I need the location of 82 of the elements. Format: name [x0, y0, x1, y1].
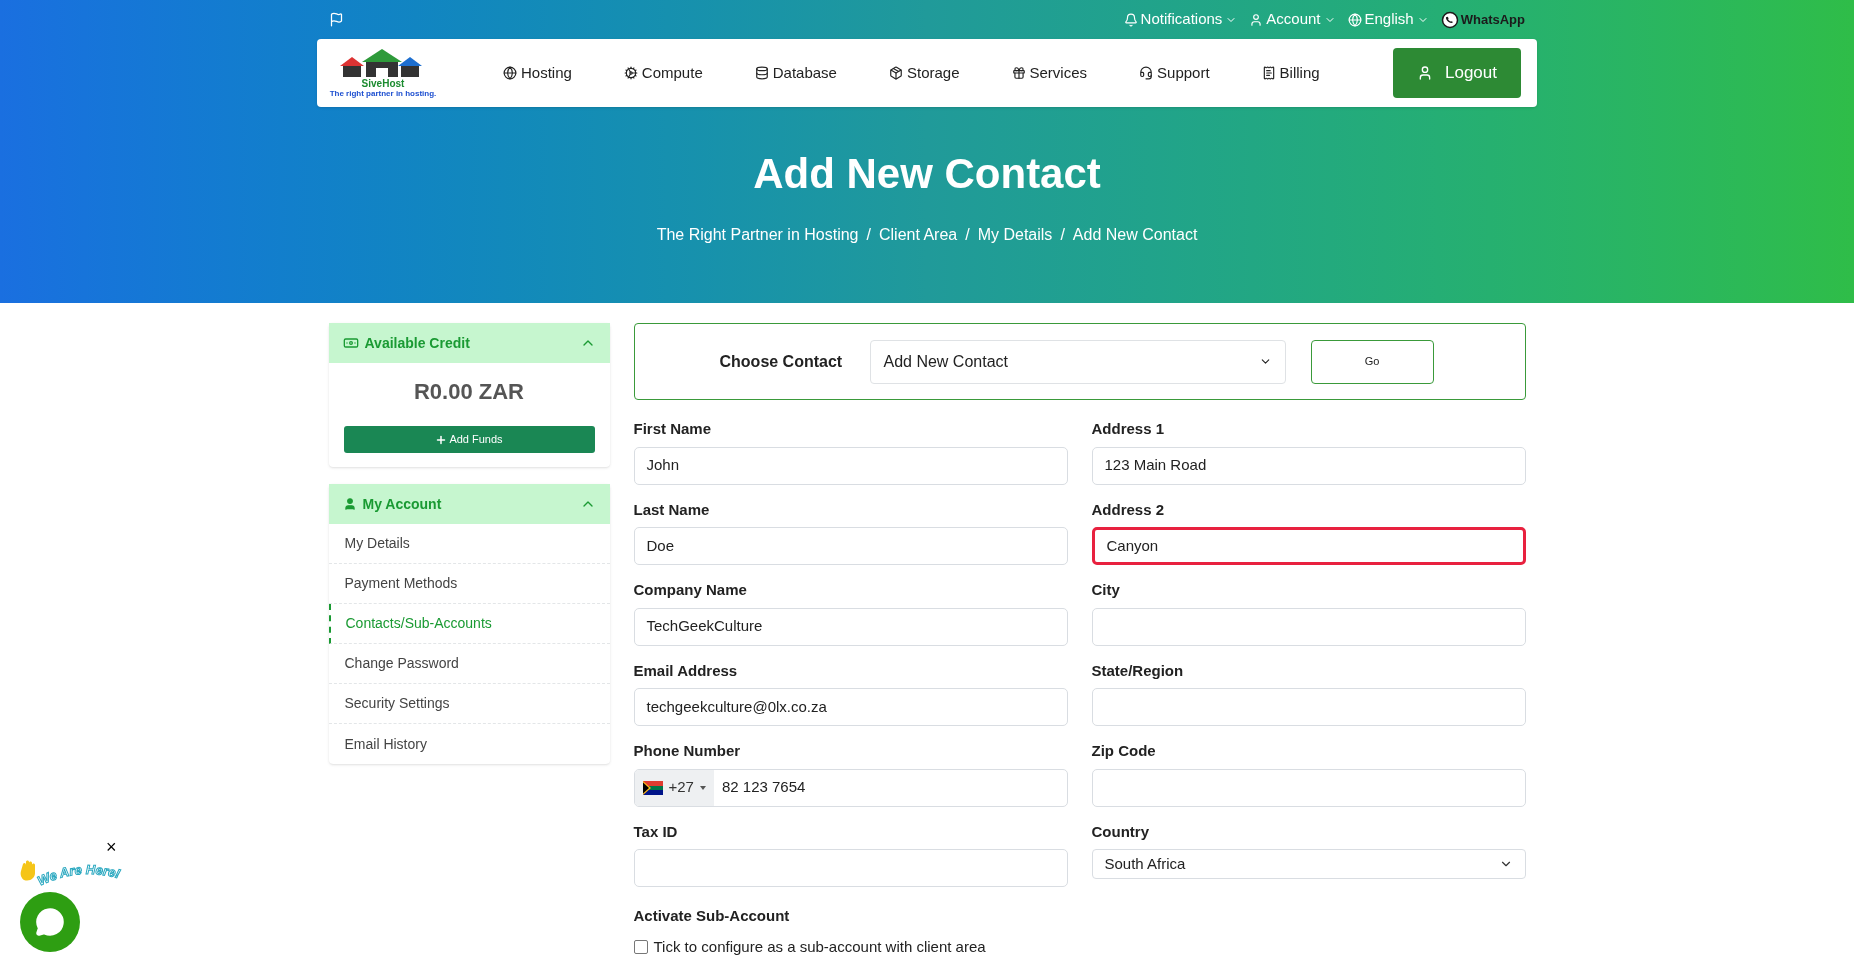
nav-link[interactable]: Compute [623, 61, 703, 85]
nav-link[interactable]: Billing [1261, 61, 1320, 85]
choose-contact-label: Choose Contact [719, 351, 844, 372]
credit-amount: R0.00 ZAR [413, 378, 524, 406]
breadcrumb-link[interactable]: The Right Partner in Hosting [656, 223, 859, 247]
input-field[interactable]: John [633, 446, 1068, 485]
field-label: Phone Number [633, 741, 742, 761]
gear-icon [623, 66, 638, 80]
logo-tagline: The right partner in hosting. [329, 89, 437, 98]
nav-link[interactable]: Services [1011, 61, 1088, 85]
sidebar-item[interactable]: Contacts/Sub-Accounts [328, 604, 610, 644]
field-label: Address 1 [1091, 419, 1166, 439]
user-icon [1249, 12, 1264, 27]
field-label: First Name [633, 419, 713, 439]
headset-icon [1139, 66, 1154, 80]
flag-icon[interactable] [329, 12, 344, 27]
phone-field[interactable]: +27 82 123 7654 [633, 768, 1068, 807]
go-button[interactable]: Go [1310, 339, 1434, 384]
add-funds-button[interactable]: Add Funds [343, 426, 595, 453]
field-label: Country [1091, 821, 1150, 842]
breadcrumb-separator: / [965, 225, 970, 245]
input-field[interactable] [1091, 768, 1526, 807]
checkbox-label: Tick to configure as a sub-account with client area [653, 936, 986, 957]
we-are-here-caption: We Are Here! [32, 856, 144, 892]
sidebar-item[interactable]: Security Settings [328, 684, 610, 724]
nav-link[interactable]: Storage [888, 61, 960, 85]
whatsapp-link[interactable]: WhatsApp [1440, 9, 1525, 30]
input-field[interactable]: 123 Main Road [1091, 446, 1526, 485]
breadcrumb-separator: / [1060, 225, 1065, 245]
input-field[interactable]: TechGeekCulture [633, 607, 1068, 646]
database-icon [754, 66, 769, 80]
input-field[interactable]: techgeekculture@0lx.co.za [633, 688, 1068, 726]
breadcrumb-separator: / [866, 225, 871, 245]
whatsapp-icon [1440, 10, 1459, 29]
sidebar-item[interactable]: Email History [328, 724, 610, 764]
contact-select[interactable]: Add New Contact [869, 339, 1286, 384]
field-label: Zip Code [1091, 741, 1157, 761]
dial-code: +27 [668, 777, 694, 798]
phone-value: 82 123 7654 [720, 777, 807, 798]
input-field[interactable] [1091, 607, 1526, 646]
nav-link[interactable]: Support [1139, 61, 1210, 85]
gift-icon [1011, 66, 1026, 80]
box-icon [888, 66, 903, 80]
input-field[interactable]: Doe [633, 527, 1068, 565]
country-code-picker[interactable]: +27 [634, 769, 714, 806]
chat-icon [35, 907, 65, 937]
caret-icon [699, 785, 706, 790]
logo-name: SiveHost [361, 78, 405, 89]
flag-icon [642, 780, 663, 795]
sidebar-item[interactable]: Change Password [328, 644, 610, 684]
panel-title: Available Credit [364, 333, 470, 353]
field-label: Email Address [633, 660, 739, 681]
waving-hand-icon [20, 860, 36, 882]
sidebar-item[interactable]: My Details [328, 524, 610, 564]
section-heading: Activate Sub-Account [633, 906, 791, 926]
nav-link[interactable]: Hosting [503, 61, 572, 85]
field-label: City [1091, 580, 1121, 600]
field-label: Company Name [633, 580, 748, 600]
field-label: Tax ID [633, 821, 679, 842]
close-button[interactable]: × [106, 838, 117, 856]
cash-icon [342, 335, 359, 351]
plus-icon [435, 433, 448, 446]
field-label: Last Name [633, 499, 711, 520]
input-field[interactable]: Canyon [1091, 527, 1526, 565]
field-label: State/Region [1091, 660, 1185, 681]
checkbox[interactable] [633, 939, 648, 954]
user-icon [1417, 65, 1433, 81]
panel-title: My Account [362, 494, 442, 514]
page-title: Add New Contact [753, 149, 1101, 199]
chat-button[interactable] [20, 892, 80, 952]
globe-icon [1347, 12, 1362, 27]
sidebar-item[interactable]: Payment Methods [328, 564, 610, 604]
nav-link[interactable]: Database [754, 61, 837, 85]
country-select[interactable]: South Africa [1091, 849, 1526, 879]
logout-button[interactable]: Logout [1393, 48, 1521, 98]
field-label: Address 2 [1091, 499, 1166, 520]
receipt-icon [1261, 66, 1276, 80]
input-field[interactable] [1091, 688, 1526, 726]
input-field[interactable] [633, 849, 1068, 887]
bell-icon [1123, 12, 1138, 27]
globe-icon [503, 66, 517, 80]
user-icon [342, 497, 357, 511]
